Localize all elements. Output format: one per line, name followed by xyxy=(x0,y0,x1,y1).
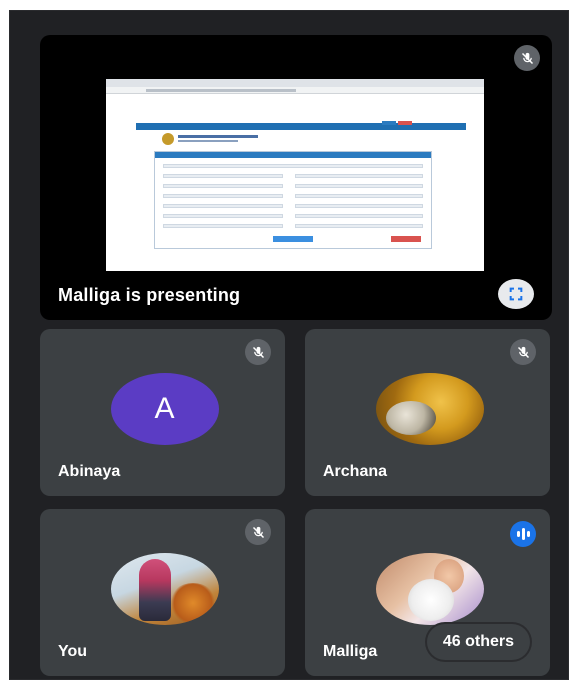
mic-off-icon xyxy=(517,346,529,358)
others-count-button[interactable]: 46 others xyxy=(426,624,530,660)
presentation-tile[interactable]: Malliga is presenting xyxy=(40,35,552,320)
participant-tile-abinaya[interactable]: A Abinaya xyxy=(40,329,285,496)
participant-name: Malliga xyxy=(323,643,378,660)
mic-off-icon xyxy=(252,346,264,358)
mic-off-icon xyxy=(521,52,533,64)
meeting-grid: Malliga is presenting A Abinaya Archana … xyxy=(9,10,569,680)
presenter-mic-muted-badge xyxy=(514,45,540,71)
participant-tile-archana[interactable]: Archana xyxy=(305,329,550,496)
mic-muted-badge xyxy=(245,339,271,365)
speaking-indicator-icon xyxy=(510,521,536,547)
fullscreen-icon xyxy=(509,287,523,301)
participant-name: Abinaya xyxy=(58,463,121,480)
avatar: A xyxy=(110,372,219,445)
fullscreen-button[interactable] xyxy=(498,279,534,309)
mic-muted-badge xyxy=(245,519,271,545)
mic-off-icon xyxy=(252,526,264,538)
shared-screen-preview xyxy=(106,79,484,271)
avatar xyxy=(375,552,484,625)
avatar xyxy=(110,552,219,625)
participant-name: You xyxy=(58,643,88,660)
participant-tile-malliga[interactable]: Malliga 46 others xyxy=(305,509,550,676)
participant-tile-you[interactable]: You xyxy=(40,509,285,676)
mic-muted-badge xyxy=(510,339,536,365)
avatar xyxy=(375,372,484,445)
participant-name: Archana xyxy=(323,463,388,480)
presenting-label: Malliga is presenting xyxy=(58,285,241,305)
